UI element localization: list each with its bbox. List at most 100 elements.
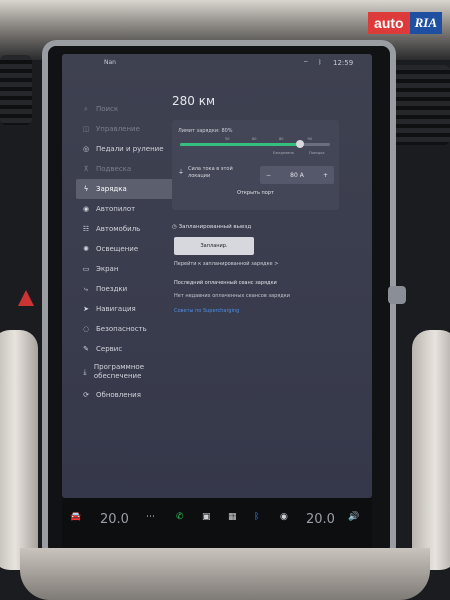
sidebar-item-14[interactable]: ⟳ Обновления — [76, 385, 176, 405]
limit-mark-label: Поездка — [309, 151, 325, 155]
last-session-value: Нет недавних оплаченных сеансов зарядки — [174, 293, 291, 299]
range-readout: 280 км — [172, 94, 216, 108]
goto-scheduled-link[interactable]: Перейти к запланированной зарядке > — [174, 261, 278, 267]
charge-limit-fill — [180, 143, 300, 146]
sidebar-item-label: Автомобиль — [96, 225, 141, 233]
sidebar-item-13[interactable]: ⤓ Программное обеспечение — [76, 359, 176, 385]
sidebar-item-label: Программное обеспечение — [93, 363, 145, 380]
taskbar: 🚘 20.0 ⋯ ✆ ▣ ▦ ᛒ ◉ 20.0 🔊 — [62, 498, 372, 548]
tick-label: 90 — [307, 137, 312, 141]
temp-right[interactable]: 20.0 — [306, 512, 335, 527]
updates-icon: ⟳ — [83, 391, 89, 399]
temp-left[interactable]: 20.0 — [100, 512, 129, 527]
display-icon: ▭ — [82, 265, 90, 273]
console-trim — [20, 548, 430, 600]
sidebar-item-10[interactable]: ➤ Навигация — [76, 299, 176, 319]
seat-left — [0, 330, 38, 570]
tick-label: 60 — [252, 137, 257, 141]
navigation-icon: ➤ — [83, 305, 89, 313]
sidebar-item-7[interactable]: ✺ Освещение — [76, 239, 176, 259]
supercharging-tips-link[interactable]: Советы по Supercharging — [174, 308, 239, 314]
bolt-icon: ϟ — [83, 185, 89, 193]
settings-sidebar: ⌕ Поиск ◫ Управление ◎ Педали и руление ⊼ Подве… — [76, 99, 176, 405]
touchscreen: Nan ⌔ ᛒ 12:59 ⌕ Поиск ◫ Управление ◎ Педали и… — [62, 54, 372, 498]
schedule-button[interactable]: Запланир. — [174, 237, 254, 255]
clock: 12:59 — [333, 59, 354, 67]
charge-limit-label: Лимит зарядки: 80% — [178, 128, 233, 134]
dots-icon[interactable]: ⋯ — [146, 512, 155, 522]
sidebar-item-label: Безопасность — [96, 325, 147, 333]
bluetooth-icon[interactable]: ᛒ — [254, 512, 259, 522]
current-value: 80 A — [290, 171, 304, 179]
sidebar-item-label: Навигация — [96, 305, 136, 313]
sidebar-item-3[interactable]: ⊼ Подвеска — [76, 159, 176, 179]
sidebar-item-9[interactable]: ⤷ Поездки — [76, 279, 176, 299]
charging-panel: 280 км Лимит зарядки: 80% 50 60 80 90 Ежедн… — [172, 94, 367, 314]
plug-icon: ⏚ — [178, 169, 185, 176]
steering-icon: ◎ — [82, 145, 90, 153]
sidebar-item-12[interactable]: ✎ Сервис — [76, 339, 176, 359]
phone-icon[interactable]: ✆ — [176, 512, 184, 522]
sidebar-item-label: Педали и руление — [96, 145, 164, 153]
sidebar-item-label: Подвеска — [96, 165, 132, 173]
apps-icon[interactable]: ▦ — [228, 512, 237, 522]
charge-limit-handle[interactable] — [296, 140, 304, 148]
bluetooth-status-icon: ᛒ — [318, 59, 322, 66]
sidebar-item-label: Зарядка — [96, 185, 127, 193]
wrench-icon: ✎ — [83, 345, 89, 353]
sidebar-item-6[interactable]: ☷ Автомобиль — [76, 219, 176, 239]
open-port-button[interactable]: Открыть порт — [172, 190, 339, 196]
tick-label: 50 — [225, 137, 230, 141]
current-increase-button[interactable]: + — [323, 172, 328, 179]
sidebar-item-label: Поиск — [96, 105, 119, 113]
scheduled-departure-label: Запланированный выезд — [178, 224, 252, 230]
sidebar-item-1[interactable]: ◫ Управление — [76, 119, 176, 139]
sidebar-item-11[interactable]: ◌ Безопасность — [76, 319, 176, 339]
volume-icon[interactable]: 🔊 — [348, 512, 359, 522]
download-icon: ⤓ — [83, 367, 87, 376]
sliders-icon: ☷ — [82, 225, 90, 233]
current-label: Сила тока в этой локации — [188, 166, 233, 179]
wheel-icon: ◉ — [82, 205, 90, 213]
search-icon: ⌕ — [84, 104, 88, 113]
car-icon: ◫ — [82, 125, 90, 133]
current-stepper: − 80 A + — [260, 166, 334, 184]
tick-label: 80 — [279, 137, 284, 141]
light-icon: ✺ — [83, 245, 89, 253]
charge-limit-slider[interactable] — [180, 140, 330, 148]
glovebox-button-icon — [388, 286, 406, 304]
sidebar-item-8[interactable]: ▭ Экран — [76, 259, 176, 279]
status-bar: Nan ⌔ ᛒ 12:59 — [62, 54, 372, 72]
watermark-ria: RIA — [409, 12, 442, 34]
charge-limit-card: Лимит зарядки: 80% 50 60 80 90 Ежедневно Пое… — [172, 120, 339, 210]
air-vent-right — [392, 65, 450, 145]
sidebar-item-label: Экран — [96, 265, 119, 273]
media-icon[interactable]: ▣ — [202, 512, 211, 522]
sidebar-item-label: Автопилот — [96, 205, 136, 213]
limit-mark-label: Ежедневно — [273, 151, 294, 155]
sidebar-item-2[interactable]: ◎ Педали и руление — [76, 139, 176, 159]
sidebar-item-0[interactable]: ⌕ Поиск — [76, 99, 176, 119]
hazard-icon — [18, 290, 34, 306]
trips-icon: ⤷ — [84, 284, 88, 293]
sidebar-item-label: Управление — [96, 125, 140, 133]
sidebar-item-5[interactable]: ◉ Автопилот — [76, 199, 176, 219]
last-session-title: Последний оплаченный сеанс зарядки — [174, 280, 277, 286]
profile-name[interactable]: Nan — [104, 59, 116, 66]
sidebar-item-4[interactable]: ϟ Зарядка — [76, 179, 176, 199]
car-icon[interactable]: 🚘 — [70, 512, 81, 522]
air-vent-left — [0, 55, 32, 125]
watermark-auto: auto — [368, 12, 410, 34]
seat-right — [412, 330, 450, 570]
current-decrease-button[interactable]: − — [266, 172, 271, 179]
scheduled-departure-title: ◷ Запланированный выезд — [172, 224, 251, 230]
sidebar-item-label: Освещение — [96, 245, 139, 253]
shield-icon: ◌ — [82, 325, 90, 333]
sidebar-item-label: Сервис — [96, 345, 123, 353]
watermark-logo: auto RIA — [368, 12, 442, 34]
sidebar-item-label: Поездки — [96, 285, 128, 293]
current-row: ⏚ Сила тока в этой локации − 80 A + — [178, 166, 334, 184]
sidebar-item-label: Обновления — [96, 391, 141, 399]
suspension-icon: ⊼ — [83, 165, 89, 173]
camera-icon[interactable]: ◉ — [280, 512, 288, 522]
